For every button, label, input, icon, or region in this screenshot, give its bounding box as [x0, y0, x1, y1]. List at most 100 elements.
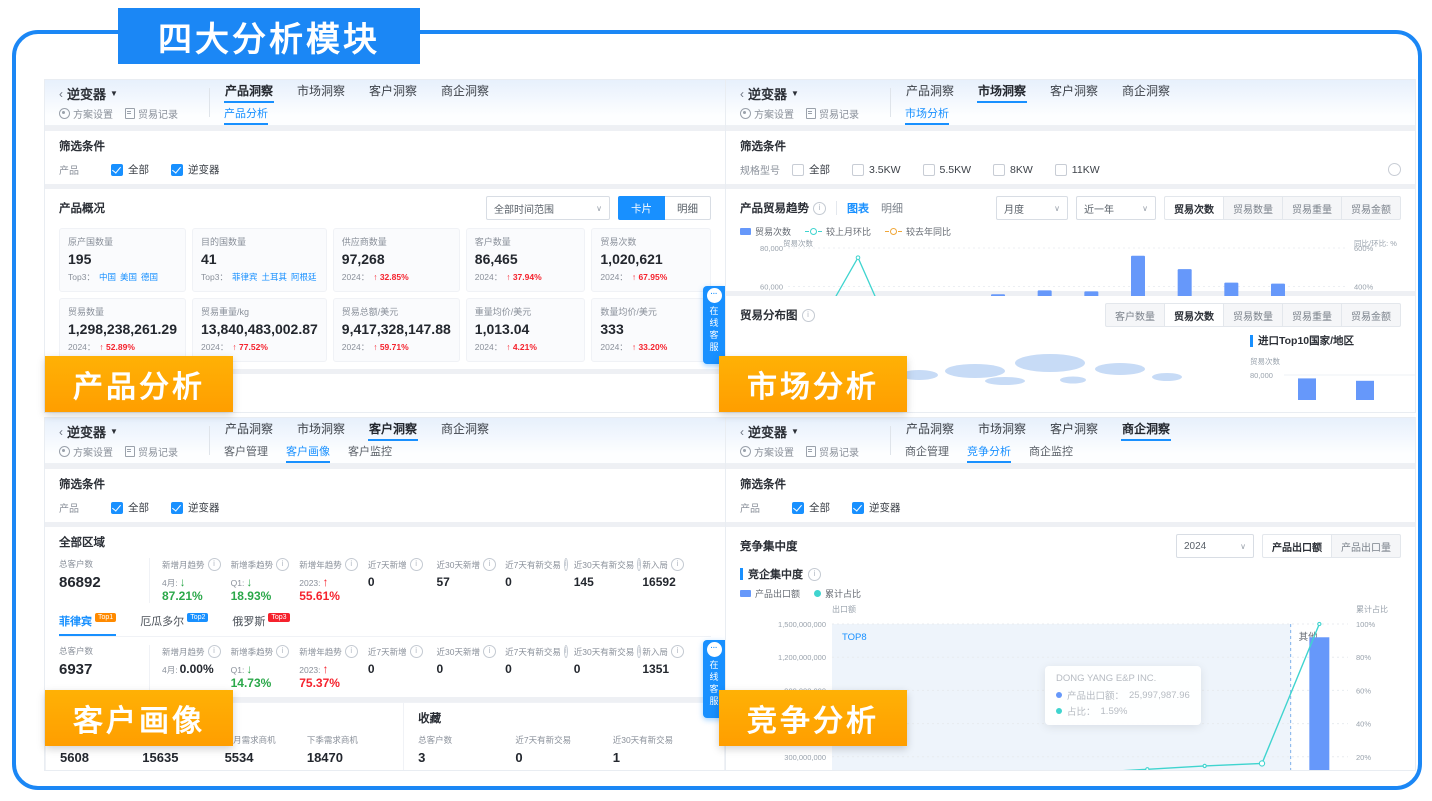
checkbox-逆变器[interactable]: 逆变器 — [852, 500, 901, 515]
metric-button-贸易重量[interactable]: 贸易重量 — [1283, 196, 1342, 220]
view-button-明细[interactable]: 明细 — [665, 196, 711, 220]
tab-产品洞察[interactable]: 产品洞察 — [224, 418, 274, 441]
subtab-客户监控[interactable]: 客户监控 — [348, 443, 392, 463]
document-icon — [806, 108, 816, 119]
metric-button-贸易次数[interactable]: 贸易次数 — [1165, 303, 1224, 327]
trade-record-link[interactable]: 贸易记录 — [806, 106, 859, 121]
tab-市场洞察[interactable]: 市场洞察 — [977, 80, 1027, 103]
top3-link[interactable]: 菲律宾 — [232, 271, 258, 283]
metric-button-产品出口量[interactable]: 产品出口量 — [1332, 534, 1401, 558]
bar-swatch-icon — [740, 228, 751, 235]
top3-link[interactable]: 土耳其 — [261, 271, 287, 283]
country-tab-厄瓜多尔[interactable]: 厄瓜多尔Top2 — [140, 613, 208, 636]
metric-button-贸易次数[interactable]: 贸易次数 — [1164, 196, 1224, 220]
subtab-商企监控[interactable]: 商企监控 — [1029, 443, 1073, 463]
metric-button-贸易金额[interactable]: 贸易金额 — [1342, 303, 1401, 327]
subtab-商企管理[interactable]: 商企管理 — [905, 443, 949, 463]
subtab-产品分析[interactable]: 产品分析 — [224, 105, 268, 125]
tab-产品洞察[interactable]: 产品洞察 — [905, 418, 955, 441]
tab-商企洞察[interactable]: 商企洞察 — [1121, 418, 1171, 441]
tab-产品洞察[interactable]: 产品洞察 — [905, 80, 955, 103]
tab-客户洞察[interactable]: 客户洞察 — [368, 418, 418, 441]
checkbox-逆变器[interactable]: 逆变器 — [171, 500, 220, 515]
scheme-settings-link[interactable]: 方案设置 — [59, 444, 113, 459]
top3-link[interactable]: 德国 — [141, 271, 158, 283]
checkbox-全部[interactable]: 全部 — [111, 162, 149, 177]
info-icon[interactable]: i — [276, 558, 289, 571]
period-select[interactable]: 月度∨ — [996, 196, 1068, 220]
trade-record-link[interactable]: 贸易记录 — [806, 444, 859, 459]
tab-客户洞察[interactable]: 客户洞察 — [368, 80, 418, 103]
year-select[interactable]: 2024∨ — [1176, 534, 1254, 558]
info-icon[interactable]: i — [671, 558, 684, 571]
tab-商企洞察[interactable]: 商企洞察 — [440, 80, 490, 103]
tab-商企洞察[interactable]: 商企洞察 — [1121, 80, 1171, 103]
info-icon[interactable]: i — [410, 558, 423, 571]
metric-button-贸易数量[interactable]: 贸易数量 — [1224, 196, 1283, 220]
checkbox-全部[interactable]: 全部 — [111, 500, 149, 515]
tab-客户洞察[interactable]: 客户洞察 — [1049, 418, 1099, 441]
info-icon[interactable]: i — [813, 202, 826, 215]
view-button-卡片[interactable]: 卡片 — [618, 196, 665, 220]
online-service-button[interactable]: ··· 在线客服 — [703, 286, 725, 364]
info-icon[interactable]: i — [483, 645, 496, 658]
tab-市场洞察[interactable]: 市场洞察 — [296, 80, 346, 103]
scheme-settings-link[interactable]: 方案设置 — [59, 106, 113, 121]
back-product-selector[interactable]: ‹逆变器▼ — [740, 422, 890, 441]
back-product-selector[interactable]: ‹逆变器▼ — [740, 84, 890, 103]
info-icon[interactable]: i — [208, 645, 221, 658]
filter-settings-icon[interactable] — [1388, 163, 1401, 176]
top3-link[interactable]: 美国 — [120, 271, 137, 283]
time-range-select[interactable]: 全部时间范围∨ — [486, 196, 610, 220]
checkbox-逆变器[interactable]: 逆变器 — [171, 162, 220, 177]
trade-record-link[interactable]: 贸易记录 — [125, 444, 178, 459]
scheme-settings-link[interactable]: 方案设置 — [740, 106, 794, 121]
metric-button-贸易重量[interactable]: 贸易重量 — [1283, 303, 1342, 327]
view-图表[interactable]: 图表 — [847, 203, 869, 215]
scheme-settings-link[interactable]: 方案设置 — [740, 444, 794, 459]
checkbox-全部[interactable]: 全部 — [792, 500, 830, 515]
checkbox-3.5KW[interactable]: 3.5KW — [852, 162, 901, 177]
metric-button-产品出口额[interactable]: 产品出口额 — [1262, 534, 1332, 558]
info-icon[interactable]: i — [808, 568, 821, 581]
view-明细[interactable]: 明细 — [881, 203, 903, 215]
country-tab-俄罗斯[interactable]: 俄罗斯Top3 — [232, 613, 289, 636]
checkbox-5.5KW[interactable]: 5.5KW — [923, 162, 972, 177]
info-icon[interactable]: i — [345, 645, 358, 658]
checkbox-全部[interactable]: 全部 — [792, 162, 830, 177]
tab-客户洞察[interactable]: 客户洞察 — [1049, 80, 1099, 103]
info-icon[interactable]: i — [483, 558, 496, 571]
info-icon[interactable]: i — [671, 645, 684, 658]
subtab-客户画像[interactable]: 客户画像 — [286, 443, 330, 463]
country-tab-菲律宾[interactable]: 菲律宾Top1 — [59, 613, 116, 636]
metric-button-贸易金额[interactable]: 贸易金额 — [1342, 196, 1401, 220]
back-product-selector[interactable]: ‹逆变器▼ — [59, 422, 209, 441]
checkbox-8KW[interactable]: 8KW — [993, 162, 1033, 177]
top3-link[interactable]: 中国 — [99, 271, 116, 283]
tab-产品洞察[interactable]: 产品洞察 — [224, 80, 274, 103]
info-icon[interactable]: i — [276, 645, 289, 658]
stat-item-新增月趋势: 新增月趋势i4月:0.00% — [162, 645, 231, 690]
checkbox-11KW[interactable]: 11KW — [1055, 162, 1100, 177]
tab-市场洞察[interactable]: 市场洞察 — [977, 418, 1027, 441]
info-icon[interactable]: i — [564, 558, 568, 571]
range-select[interactable]: 近一年∨ — [1076, 196, 1156, 220]
top3-link[interactable]: 阿根廷 — [291, 271, 317, 283]
subtab-竞争分析[interactable]: 竞争分析 — [967, 443, 1011, 463]
info-icon[interactable]: i — [208, 558, 221, 571]
back-product-selector[interactable]: ‹逆变器▼ — [59, 84, 209, 103]
info-icon[interactable]: i — [637, 558, 641, 571]
metric-button-客户数量[interactable]: 客户数量 — [1105, 303, 1165, 327]
info-icon[interactable]: i — [802, 309, 815, 322]
lifecycle-stage-成长期[interactable]: 成长期目标产品处于成长期，整体趋势呈快速增长 — [563, 403, 711, 412]
tab-商企洞察[interactable]: 商企洞察 — [440, 418, 490, 441]
info-icon[interactable]: i — [564, 645, 568, 658]
subtab-客户管理[interactable]: 客户管理 — [224, 443, 268, 463]
info-icon[interactable]: i — [345, 558, 358, 571]
info-icon[interactable]: i — [410, 645, 423, 658]
subtab-市场分析[interactable]: 市场分析 — [905, 105, 949, 125]
info-icon[interactable]: i — [637, 645, 641, 658]
metric-button-贸易数量[interactable]: 贸易数量 — [1224, 303, 1283, 327]
tab-市场洞察[interactable]: 市场洞察 — [296, 418, 346, 441]
trade-record-link[interactable]: 贸易记录 — [125, 106, 178, 121]
